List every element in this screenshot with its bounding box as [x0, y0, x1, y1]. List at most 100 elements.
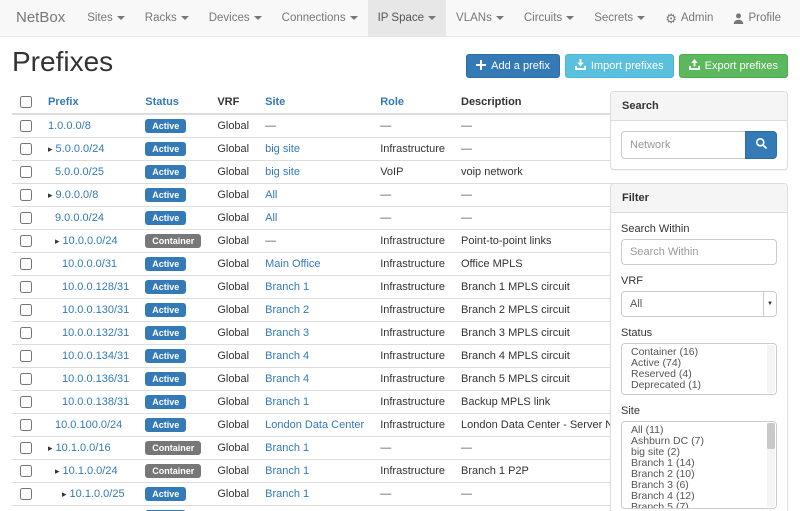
row-checkbox[interactable]: [20, 327, 32, 339]
row-checkbox[interactable]: [20, 350, 32, 362]
prefix-link[interactable]: 10.0.0.132/31: [62, 327, 129, 339]
column-header-status[interactable]: Status: [137, 91, 209, 114]
prefix-link[interactable]: 9.0.0.0/8: [56, 189, 99, 201]
row-checkbox[interactable]: [20, 442, 32, 454]
role-cell: —: [372, 437, 453, 460]
row-checkbox[interactable]: [20, 212, 32, 224]
import-prefixes-button[interactable]: Import prefixes: [565, 54, 674, 78]
row-checkbox[interactable]: [20, 465, 32, 477]
nav-item-vlans[interactable]: VLANs: [446, 0, 514, 36]
vrf-select[interactable]: All ▼: [621, 291, 777, 317]
expand-arrow-icon[interactable]: ▸: [48, 443, 53, 453]
expand-arrow-icon[interactable]: ▸: [48, 144, 53, 154]
app-brand[interactable]: NetBox: [0, 0, 77, 36]
site-link[interactable]: Branch 4: [265, 350, 309, 362]
prefix-link[interactable]: 1.0.0.0/8: [48, 120, 91, 132]
prefix-link[interactable]: 10.1.0.0/25: [70, 488, 125, 500]
row-checkbox[interactable]: [20, 373, 32, 385]
nav-item-racks[interactable]: Racks: [135, 0, 199, 36]
site-cell: Branch 4: [257, 345, 372, 368]
site-link[interactable]: Branch 1: [265, 281, 309, 293]
row-checkbox[interactable]: [20, 488, 32, 500]
site-link[interactable]: Branch 4: [265, 373, 309, 385]
site-link[interactable]: Branch 1: [265, 396, 309, 408]
column-header-role[interactable]: Role: [372, 91, 453, 114]
row-checkbox[interactable]: [20, 258, 32, 270]
prefix-link[interactable]: 10.0.0.136/31: [62, 373, 129, 385]
scrollbar-thumb[interactable]: [767, 423, 775, 449]
prefix-cell: ▸5.0.0.0/24: [40, 138, 137, 161]
column-header-site[interactable]: Site: [257, 91, 372, 114]
prefix-link[interactable]: 10.0.100.0/24: [55, 419, 122, 431]
prefix-link[interactable]: 10.1.0.0/24: [63, 465, 118, 477]
expand-arrow-icon[interactable]: ▸: [48, 190, 53, 200]
row-checkbox[interactable]: [20, 189, 32, 201]
prefix-cell: 10.0.0.134/31: [40, 345, 137, 368]
user-nav: ⚙AdminProfileLog out: [655, 0, 800, 36]
row-checkbox[interactable]: [20, 120, 32, 132]
role-cell: VoIP: [372, 161, 453, 184]
site-link[interactable]: Branch 1: [265, 442, 309, 454]
site-link[interactable]: Main Office: [265, 258, 320, 270]
status-multiselect[interactable]: Container (16)Active (74)Reserved (4)Dep…: [621, 343, 777, 395]
role-cell: Infrastructure: [372, 322, 453, 345]
prefix-link[interactable]: 10.0.0.134/31: [62, 350, 129, 362]
export-prefixes-button[interactable]: Export prefixes: [679, 54, 788, 78]
row-checkbox[interactable]: [20, 281, 32, 293]
column-header-prefix[interactable]: Prefix: [40, 91, 137, 114]
site-link[interactable]: London Data Center: [265, 419, 364, 431]
row-checkbox[interactable]: [20, 304, 32, 316]
row-checkbox[interactable]: [20, 143, 32, 155]
nav-item-log-out[interactable]: Log out: [791, 0, 800, 36]
prefix-link[interactable]: 10.0.0.0/24: [63, 235, 118, 247]
expand-arrow-icon[interactable]: ▸: [62, 489, 67, 499]
row-checkbox[interactable]: [20, 166, 32, 178]
site-link[interactable]: All: [265, 189, 277, 201]
nav-item-circuits[interactable]: Circuits: [514, 0, 584, 36]
expand-arrow-icon[interactable]: ▸: [55, 236, 60, 246]
nav-item-connections[interactable]: Connections: [272, 0, 368, 36]
nav-item-admin[interactable]: ⚙Admin: [655, 0, 723, 36]
row-checkbox[interactable]: [20, 235, 32, 247]
chevron-down-icon: [117, 16, 125, 20]
nav-item-secrets[interactable]: Secrets: [584, 0, 655, 36]
prefix-link[interactable]: 9.0.0.0/24: [55, 212, 104, 224]
row-checkbox[interactable]: [20, 419, 32, 431]
select-option[interactable]: Branch 5 (7): [622, 502, 766, 509]
site-link[interactable]: big site: [265, 166, 300, 178]
prefix-link[interactable]: 10.0.0.0/31: [62, 258, 117, 270]
site-link[interactable]: Branch 3: [265, 327, 309, 339]
row-checkbox[interactable]: [20, 396, 32, 408]
search-within-input[interactable]: [621, 239, 777, 265]
status-badge: Active: [145, 257, 186, 271]
prefix-link[interactable]: 10.0.0.138/31: [62, 396, 129, 408]
nav-item-profile[interactable]: Profile: [723, 0, 791, 36]
search-button[interactable]: [745, 131, 777, 159]
nav-item-devices[interactable]: Devices: [199, 0, 272, 36]
prefix-link[interactable]: 5.0.0.0/25: [55, 166, 104, 178]
prefix-link[interactable]: 10.0.0.130/31: [62, 304, 129, 316]
select-option[interactable]: Deprecated (1): [622, 380, 766, 391]
site-link[interactable]: All: [265, 212, 277, 224]
prefix-link[interactable]: 10.0.0.128/31: [62, 281, 129, 293]
site-link[interactable]: Branch 1: [265, 488, 309, 500]
row-select-cell: [12, 207, 40, 230]
select-all-checkbox[interactable]: [20, 96, 32, 108]
nav-item-ip-space[interactable]: IP Space: [368, 0, 446, 36]
site-multiselect[interactable]: All (11)Ashburn DC (7)big site (2)Branch…: [621, 421, 777, 509]
nav-item-sites[interactable]: Sites: [77, 0, 135, 36]
add-prefix-button[interactable]: Add a prefix: [466, 54, 560, 78]
search-input[interactable]: [621, 131, 745, 159]
site-link[interactable]: big site: [265, 143, 300, 155]
site-link[interactable]: Branch 1: [265, 465, 309, 477]
site-link[interactable]: Branch 2: [265, 304, 309, 316]
scrollbar-track[interactable]: [767, 345, 775, 393]
chevron-down-icon: [566, 16, 574, 20]
table-row: 9.0.0.0/24ActiveGlobalAll——: [12, 207, 654, 230]
prefix-link[interactable]: 10.1.0.0/16: [56, 442, 111, 454]
user-icon: [733, 13, 744, 24]
prefix-link[interactable]: 5.0.0.0/24: [56, 143, 105, 155]
import-icon: [575, 59, 586, 73]
expand-arrow-icon[interactable]: ▸: [55, 466, 60, 476]
row-select-cell: [12, 161, 40, 184]
